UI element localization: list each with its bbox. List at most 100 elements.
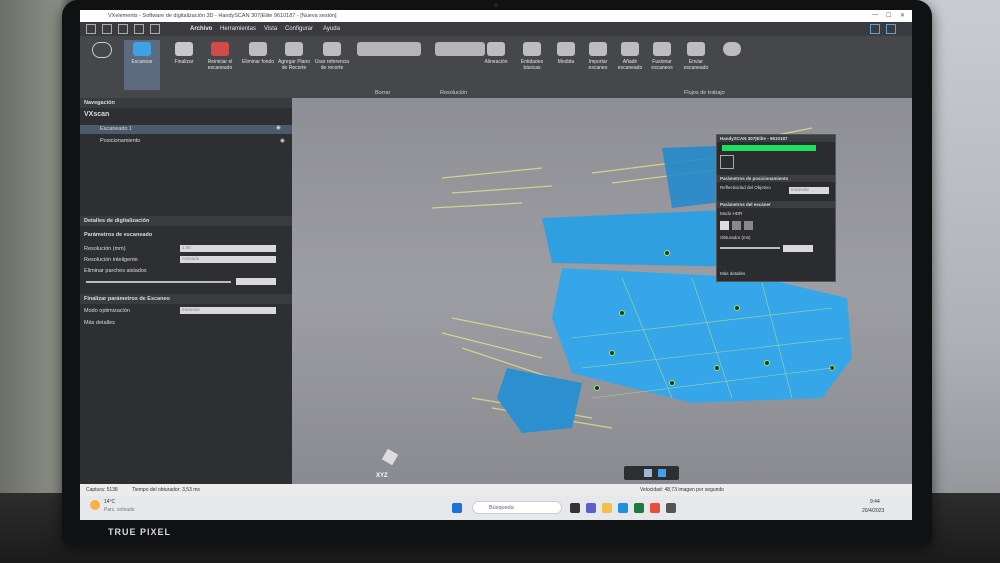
axis-cube-icon: [381, 448, 399, 466]
remove-isolated-label: Eliminar parches aislados: [84, 268, 147, 274]
left-panel: Navegación VXscan Escaneado 1 ◉ Posicion…: [80, 98, 292, 510]
restart-icon: [211, 42, 229, 56]
isolated-value[interactable]: [236, 278, 276, 285]
status-bar: Captura: 5138 Tiempo del obturador: 3,53…: [80, 484, 912, 496]
minimize-icon[interactable]: —: [872, 12, 878, 18]
home-icon[interactable]: [86, 24, 96, 34]
clock-date: 20/4/2023: [862, 508, 885, 514]
save-as-icon[interactable]: [150, 24, 160, 34]
visibility-eye-icon-2[interactable]: ◉: [280, 138, 285, 144]
capture-count: Captura: 5138: [86, 487, 118, 493]
menu-bar: Archivo Herramientas Vista Configurar Ay…: [80, 22, 912, 36]
shutter-field[interactable]: [783, 245, 813, 252]
tree-root[interactable]: VXscan: [84, 111, 109, 118]
scan-surface-main: [552, 268, 852, 403]
new-file-icon[interactable]: [102, 24, 112, 34]
menu-vista[interactable]: Vista: [264, 26, 277, 32]
reflectivity-field[interactable]: Estándar: [789, 187, 829, 194]
account-icon[interactable]: [870, 24, 880, 34]
shape-icon: [92, 42, 112, 58]
menu-ayuda[interactable]: Ayuda: [323, 26, 340, 32]
excel-icon[interactable]: [634, 503, 644, 513]
shutter-time: Tiempo del obturador: 3,53 ms: [132, 487, 200, 493]
workflow-icon: [723, 42, 741, 56]
remove-background-button[interactable]: Eliminar fondo: [240, 40, 276, 90]
maximize-icon[interactable]: ☐: [886, 12, 891, 19]
erase-tools[interactable]: [352, 40, 426, 90]
view-mode-toolbar[interactable]: [624, 466, 679, 480]
resolution-label: Resolución (mm): [84, 246, 126, 252]
file-explorer-icon[interactable]: [602, 503, 612, 513]
tree-item-scan-selected[interactable]: Escaneado 1 ◉: [80, 125, 292, 134]
teams-icon[interactable]: [586, 503, 596, 513]
import-icon: [589, 42, 607, 56]
windows-start-icon[interactable]: [452, 503, 462, 513]
isolated-slider[interactable]: [86, 281, 231, 283]
save-icon[interactable]: [134, 24, 144, 34]
remove-background-icon: [249, 42, 267, 56]
scanner-status-bar: [722, 145, 816, 151]
laptop: VXelements - Software de digitalización …: [62, 0, 932, 545]
scan-button[interactable]: Escanear: [124, 40, 160, 90]
basic-entities-button[interactable]: Entidades básicas: [514, 40, 550, 90]
shutter-label: Obturador (ms): [720, 235, 751, 240]
menu-archivo[interactable]: Archivo: [190, 26, 212, 32]
help-icon[interactable]: [886, 24, 896, 34]
alignment-button[interactable]: Alineación: [478, 40, 514, 90]
taskbar-search[interactable]: Búsqueda: [472, 501, 562, 514]
scanner-target-icon[interactable]: [720, 155, 734, 169]
send-scan-button[interactable]: Enviar escaneado: [678, 40, 714, 90]
hdr-label: Modo HDR: [720, 211, 743, 216]
clock-time: 9:44: [870, 499, 880, 505]
group-workflows-label: Flujos de trabajo: [684, 90, 725, 96]
add-scan-button[interactable]: Añadir escaneado: [612, 40, 648, 90]
hdr-option-2[interactable]: [732, 221, 741, 230]
merge-icon: [653, 42, 671, 56]
view-mode-icon[interactable]: [644, 469, 652, 477]
optimization-label: Modo optimización: [84, 308, 130, 314]
menu-configurar[interactable]: Configurar: [285, 26, 313, 32]
open-file-icon[interactable]: [118, 24, 128, 34]
workflow-button[interactable]: [714, 40, 750, 90]
measure-button[interactable]: Medida: [548, 40, 584, 90]
chrome-icon[interactable]: [650, 503, 660, 513]
scanner-more-details[interactable]: Más detalles: [720, 271, 745, 276]
shape-tool-button[interactable]: [84, 40, 120, 90]
screen: VXelements - Software de digitalización …: [80, 10, 912, 520]
close-icon[interactable]: ✕: [900, 12, 905, 19]
scan-params-header: Parámetros de escaneado: [84, 232, 153, 238]
group-erase-label: Borrar: [375, 90, 391, 96]
finalize-icon: [175, 42, 193, 56]
finalize-button[interactable]: Finalizar: [166, 40, 202, 90]
optimization-field[interactable]: Estándar: [180, 307, 276, 314]
restart-scan-button[interactable]: Reiniciar el escaneado: [202, 40, 238, 90]
view-mode-icon-2[interactable]: [658, 469, 666, 477]
scan-surface-lower: [497, 368, 582, 433]
send-icon: [687, 42, 705, 56]
smart-resolution-field[interactable]: Activado: [180, 256, 276, 263]
weather-icon[interactable]: [90, 500, 100, 510]
use-clip-reference-button[interactable]: Usar referencia de recorte: [314, 40, 350, 90]
axis-triad[interactable]: XYZ: [376, 443, 402, 479]
final-params-header: Finalizar parámetros de Escaneo: [80, 294, 292, 304]
hdr-option-1[interactable]: [720, 221, 729, 230]
smart-resolution-label: Resolución inteligente: [84, 257, 138, 263]
task-view-icon[interactable]: [570, 503, 580, 513]
tree-item-positioning[interactable]: Posicionamiento: [100, 138, 140, 144]
clip-reference-icon: [323, 42, 341, 56]
resolution-field[interactable]: 1.00: [180, 245, 276, 252]
window-title: VXelements - Software de digitalización …: [108, 13, 337, 19]
menu-herramientas[interactable]: Herramientas: [220, 26, 256, 32]
scanner-panel: HandySCAN 307|Elite - 9610187 Parámetros…: [716, 134, 836, 282]
visibility-eye-icon[interactable]: ◉: [276, 125, 281, 131]
vxelements-taskbar-icon[interactable]: [666, 503, 676, 513]
add-clip-plane-button[interactable]: Agregar Plano de Recorte: [276, 40, 312, 90]
hdr-option-3[interactable]: [744, 221, 753, 230]
edge-icon[interactable]: [618, 503, 628, 513]
erase-icons: [357, 42, 421, 56]
merge-scans-button[interactable]: Fusionar escaneos: [644, 40, 680, 90]
more-details-link[interactable]: Más detalles: [84, 320, 115, 326]
import-scan-button[interactable]: Importar escaneo: [580, 40, 616, 90]
weather-desc: Parc. soleado: [104, 507, 135, 513]
shutter-slider[interactable]: [720, 247, 780, 249]
